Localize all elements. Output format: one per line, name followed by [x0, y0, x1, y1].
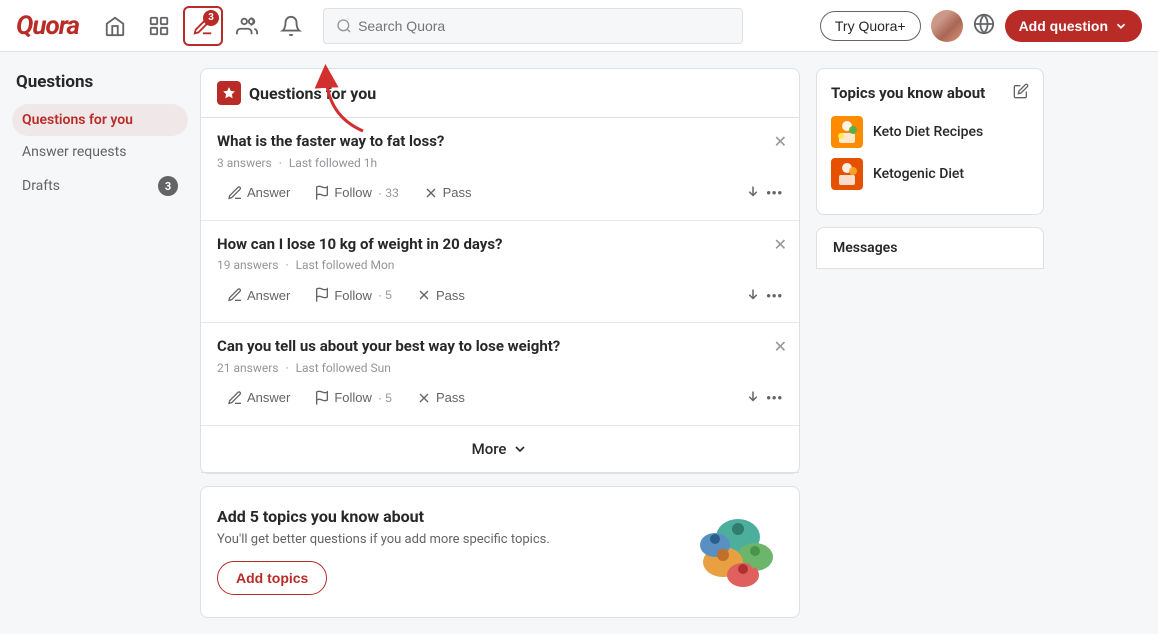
page-layout: Questions Questions for you Answer reque… — [0, 0, 1158, 634]
question-3-dismiss[interactable]: ✕ — [774, 337, 787, 357]
question-3-title[interactable]: Can you tell us about your best way to l… — [217, 337, 783, 357]
downvote-icon — [744, 182, 762, 200]
globe-icon[interactable] — [973, 13, 995, 39]
sidebar-item-drafts[interactable]: Drafts 3 — [12, 168, 188, 204]
pass-button-q1[interactable]: Pass — [413, 180, 482, 206]
answer-button-q2[interactable]: Answer — [217, 282, 300, 308]
question-2-meta: 19 answers · Last followed Mon — [217, 258, 783, 272]
topic-2-icon — [831, 158, 863, 190]
topic-item-2[interactable]: Ketogenic Diet — [831, 158, 1029, 190]
search-input[interactable] — [358, 18, 730, 34]
question-3-meta: 21 answers · Last followed Sun — [217, 361, 783, 375]
follow-icon — [314, 287, 330, 303]
question-1-actions: Answer Follow · 33 Pass — [217, 180, 783, 206]
panel-header-title: Questions for you — [249, 84, 376, 103]
question-1-title[interactable]: What is the faster way to fat loss? — [217, 132, 783, 152]
search-icon — [336, 18, 352, 34]
question-3-actions: Answer Follow · 5 Pass — [217, 385, 783, 411]
question-1-meta: 3 answers · Last followed 1h — [217, 156, 783, 170]
add-topics-description: You'll get better questions if you add m… — [217, 532, 671, 547]
bell-icon-btn[interactable] — [271, 6, 311, 46]
add-topics-panel: Add 5 topics you know about You'll get b… — [200, 486, 800, 618]
nav-icons: 3 — [95, 6, 311, 46]
sidebar-item-questions-for-you[interactable]: Questions for you — [12, 104, 188, 136]
more-options-q2[interactable]: ••• — [766, 288, 783, 303]
search-bar[interactable] — [323, 8, 743, 44]
pass-icon — [416, 287, 432, 303]
pass-icon — [416, 390, 432, 406]
sidebar-item-answer-requests[interactable]: Answer requests — [12, 136, 188, 168]
follow-icon — [314, 185, 330, 201]
panel-header-icon — [217, 81, 241, 105]
list-icon-btn[interactable] — [139, 6, 179, 46]
sidebar-section-title: Questions — [12, 72, 188, 92]
follow-button-q2[interactable]: Follow · 5 — [304, 282, 402, 308]
follow-button-q1[interactable]: Follow · 33 — [304, 180, 408, 206]
topic-1-icon — [831, 116, 863, 148]
messages-tab[interactable]: Messages — [816, 227, 1044, 269]
left-sidebar: Questions Questions for you Answer reque… — [0, 52, 200, 634]
question-2-title[interactable]: How can I lose 10 kg of weight in 20 day… — [217, 235, 783, 255]
topics-card-header: Topics you know about — [831, 83, 1029, 102]
main-content: Questions for you ✕ What is the faster w… — [200, 52, 800, 634]
question-item: ✕ What is the faster way to fat loss? 3 … — [201, 118, 799, 221]
add-question-button[interactable]: Add question — [1005, 10, 1142, 42]
pass-button-q3[interactable]: Pass — [406, 385, 475, 411]
pass-button-q2[interactable]: Pass — [406, 282, 475, 308]
question-2-dismiss[interactable]: ✕ — [774, 235, 787, 255]
try-quora-button[interactable]: Try Quora+ — [820, 11, 921, 41]
topic-item-1[interactable]: Keto Diet Recipes — [831, 116, 1029, 148]
question-item: ✕ Can you tell us about your best way to… — [201, 323, 799, 426]
downvote-q1[interactable] — [744, 182, 762, 203]
nav-badge: 3 — [203, 10, 219, 26]
add-topics-left: Add 5 topics you know about You'll get b… — [217, 507, 671, 595]
topics-card: Topics you know about — [816, 68, 1044, 215]
topic-2-name: Ketogenic Diet — [873, 166, 964, 182]
header: Quora 3 — [0, 0, 1158, 52]
questions-panel: Questions for you ✕ What is the faster w… — [200, 68, 800, 474]
topics-card-title: Topics you know about — [831, 84, 985, 102]
topic-1-name: Keto Diet Recipes — [873, 124, 983, 140]
downvote-q3[interactable] — [744, 387, 762, 408]
question-2-actions: Answer Follow · 5 Pass — [217, 282, 783, 308]
add-topics-button[interactable]: Add topics — [217, 561, 327, 595]
downvote-icon — [744, 387, 762, 405]
avatar[interactable] — [931, 10, 963, 42]
question-1-right: ✕ — [774, 132, 787, 152]
add-topics-title: Add 5 topics you know about — [217, 507, 671, 526]
pass-icon — [423, 185, 439, 201]
follow-icon — [314, 390, 330, 406]
header-right: Try Quora+ Add question — [820, 10, 1142, 42]
question-2-right: ✕ — [774, 235, 787, 255]
topics-illustration — [683, 507, 783, 597]
more-chevron-icon — [512, 441, 528, 457]
downvote-q2[interactable] — [744, 285, 762, 306]
answer-icon — [227, 287, 243, 303]
follow-button-q3[interactable]: Follow · 5 — [304, 385, 402, 411]
more-options-q3[interactable]: ••• — [766, 390, 783, 405]
quora-logo[interactable]: Quora — [16, 11, 79, 41]
chevron-down-icon — [1114, 19, 1128, 33]
drafts-badge: 3 — [158, 176, 178, 196]
answer-icon-btn[interactable]: 3 — [183, 6, 223, 46]
pencil-icon — [1013, 83, 1029, 99]
home-icon-btn[interactable] — [95, 6, 135, 46]
more-options-q1[interactable]: ••• — [766, 185, 783, 200]
people-icon-btn[interactable] — [227, 6, 267, 46]
right-sidebar: Topics you know about — [800, 52, 1060, 634]
answer-icon — [227, 185, 243, 201]
panel-header: Questions for you — [201, 69, 799, 118]
downvote-icon — [744, 285, 762, 303]
question-1-dismiss[interactable]: ✕ — [774, 132, 787, 152]
answer-button-q1[interactable]: Answer — [217, 180, 300, 206]
edit-topics-button[interactable] — [1013, 83, 1029, 102]
question-3-right: ✕ — [774, 337, 787, 357]
more-row[interactable]: More — [201, 426, 799, 473]
answer-button-q3[interactable]: Answer — [217, 385, 300, 411]
question-item: ✕ How can I lose 10 kg of weight in 20 d… — [201, 221, 799, 324]
answer-icon — [227, 390, 243, 406]
